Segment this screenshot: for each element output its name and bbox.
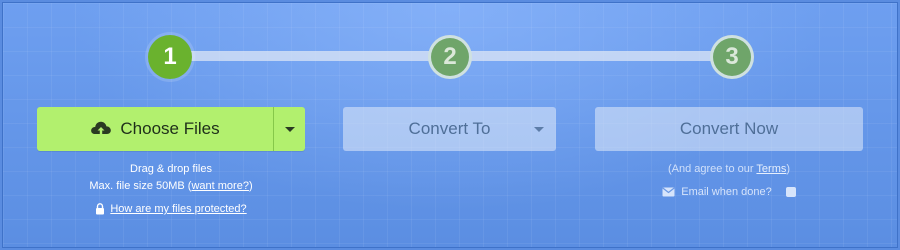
cloud-upload-icon (90, 120, 112, 138)
files-protected-row: How are my files protected? (37, 203, 305, 215)
envelope-icon (662, 187, 675, 197)
drag-drop-hint: Drag & drop files (130, 163, 212, 175)
chevron-down-icon (284, 126, 295, 132)
choose-files-button[interactable]: Choose Files (37, 107, 273, 151)
want-more-link[interactable]: want more? (191, 180, 248, 192)
choose-files-label: Choose Files (120, 119, 220, 138)
convert-to-label: Convert To (408, 119, 491, 138)
step-3-indicator: 3 (710, 35, 754, 79)
max-file-size-text: Max. file size 50MB (want more?) (37, 180, 305, 192)
files-protected-link[interactable]: How are my files protected? (110, 203, 246, 215)
convert-now-button[interactable]: Convert Now (595, 107, 863, 151)
email-when-done-label: Email when done? (681, 186, 772, 198)
convert-now-label: Convert Now (679, 119, 779, 138)
email-when-done-row: Email when done? (595, 186, 863, 198)
agree-suffix: ) (786, 163, 791, 175)
step-2-indicator: 2 (428, 35, 472, 79)
email-when-done-checkbox[interactable] (785, 187, 796, 197)
convert-to-select[interactable]: Convert To (343, 107, 556, 151)
chevron-down-icon (534, 127, 544, 132)
max-size-prefix: Max. file size 50MB ( (89, 180, 192, 192)
lock-icon (95, 203, 105, 215)
agree-terms-text: (And agree to our Terms) (595, 163, 863, 175)
max-size-suffix: ) (248, 180, 253, 192)
terms-link[interactable]: Terms (756, 163, 786, 175)
choose-files-button-group: Choose Files (37, 107, 305, 151)
choose-files-dropdown-toggle[interactable] (273, 107, 305, 151)
step-1-indicator: 1 (148, 35, 192, 79)
agree-prefix: (And agree to our (667, 163, 757, 175)
